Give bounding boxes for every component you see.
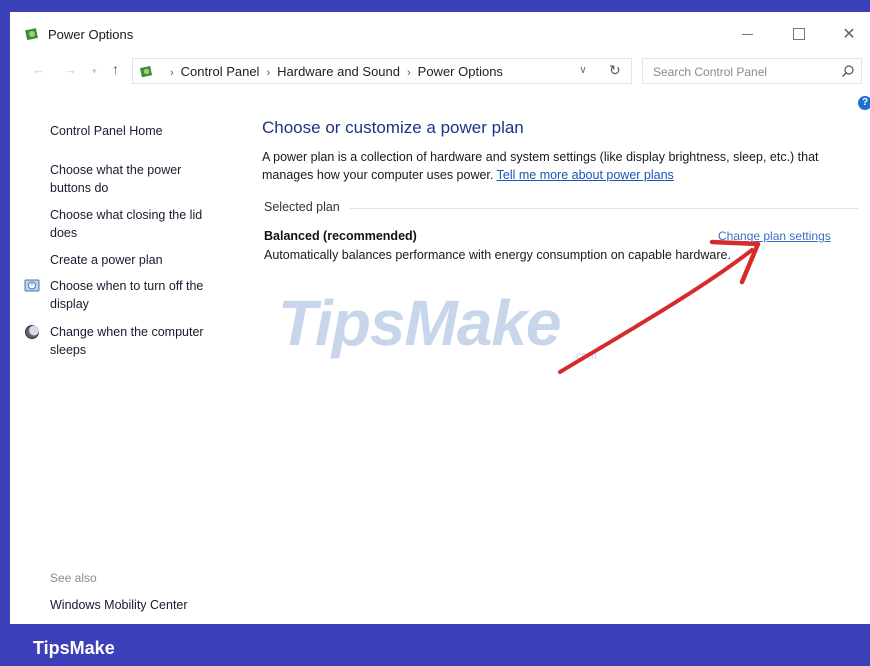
address-dropdown-icon[interactable]: ∨ (579, 63, 587, 76)
refresh-icon[interactable]: ↻ (609, 62, 621, 79)
title-bar: Power Options ✕ (10, 12, 870, 54)
breadcrumb-control-panel[interactable]: Control Panel (181, 64, 260, 79)
close-button[interactable]: ✕ (834, 22, 864, 46)
forward-button[interactable]: → (64, 62, 77, 77)
control-panel-icon (140, 65, 153, 78)
breadcrumb-separator-icon: › (406, 67, 411, 79)
window-title: Power Options (48, 27, 134, 42)
plan-description: Automatically balances performance with … (264, 248, 731, 262)
computer-sleeps-link[interactable]: Change when the computer sleeps (50, 323, 225, 359)
navigation-bar: ← → ▾ ↑ › Control Panel › Hardware and Soun… (10, 54, 870, 88)
control-panel-home-link[interactable]: Control Panel Home (50, 122, 225, 140)
breadcrumb-separator-icon: › (266, 67, 271, 79)
display-timer-icon (24, 279, 40, 292)
choose-closing-lid-link[interactable]: Choose what closing the lid does (50, 206, 225, 242)
minimize-button[interactable] (732, 22, 762, 46)
windows-mobility-center-link[interactable]: Windows Mobility Center (50, 598, 188, 612)
minimize-icon (741, 33, 753, 35)
recent-locations-icon[interactable]: ▾ (92, 66, 97, 77)
create-power-plan-link[interactable]: Create a power plan (50, 251, 225, 269)
search-placeholder: Search Control Panel (653, 65, 768, 79)
up-button[interactable]: ↑ (112, 61, 119, 77)
page-description: A power plan is a collection of hardware… (262, 148, 852, 184)
help-icon[interactable]: ? (858, 96, 870, 110)
footer-brand-label: TipsMake (33, 638, 115, 658)
learn-more-link[interactable]: Tell me more about power plans (497, 168, 674, 182)
back-button[interactable]: ← (32, 62, 45, 77)
power-options-app-icon (25, 28, 38, 41)
maximize-button[interactable] (784, 22, 814, 46)
breadcrumb: › Control Panel › Hardware and Sound › Power … (163, 64, 503, 79)
address-bar[interactable]: › Control Panel › Hardware and Sound › Power … (132, 58, 632, 84)
see-also-label: See also (50, 571, 97, 585)
close-icon: ✕ (842, 26, 856, 43)
turn-off-display-link[interactable]: Choose when to turn off the display (50, 277, 225, 313)
plan-name: Balanced (recommended) (264, 229, 417, 243)
breadcrumb-separator-icon: › (170, 67, 174, 79)
search-input[interactable]: Search Control Panel (642, 58, 862, 84)
breadcrumb-hardware-and-sound[interactable]: Hardware and Sound (277, 64, 400, 79)
search-icon (842, 65, 854, 77)
watermark-suffix: .com (573, 350, 597, 362)
sleep-moon-icon (25, 325, 39, 339)
page-title: Choose or customize a power plan (262, 118, 524, 137)
choose-power-buttons-link[interactable]: Choose what the power buttons do (50, 161, 225, 197)
change-plan-settings-link[interactable]: Change plan settings (718, 229, 831, 243)
selected-plan-label: Selected plan (264, 200, 346, 214)
section-divider (350, 208, 858, 209)
breadcrumb-power-options[interactable]: Power Options (418, 64, 503, 79)
watermark-logo: TipsMake (278, 287, 561, 359)
maximize-icon (793, 28, 805, 40)
